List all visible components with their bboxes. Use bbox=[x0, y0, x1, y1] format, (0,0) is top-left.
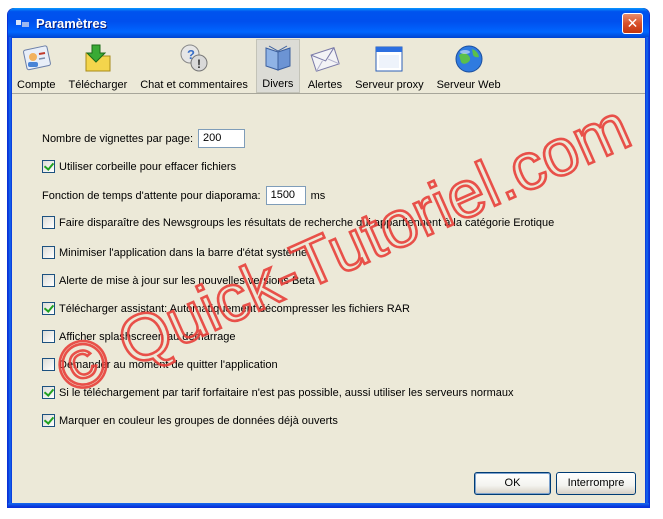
window-frame-right bbox=[645, 37, 649, 507]
tab-label: Alertes bbox=[307, 79, 343, 91]
tab-compte[interactable]: Compte bbox=[12, 39, 61, 93]
svg-text:!: ! bbox=[197, 57, 201, 71]
ask-quit-row[interactable]: Demander au moment de quitter l'applicat… bbox=[42, 358, 278, 371]
ok-button[interactable]: OK bbox=[474, 472, 551, 495]
cancel-button[interactable]: Interrompre bbox=[556, 472, 636, 495]
hide-erotic-row[interactable]: Faire disparaître des Newsgroups les rés… bbox=[42, 216, 554, 229]
splashscreen-label: Afficher splashscreen au démarrage bbox=[59, 330, 236, 343]
ask-quit-checkbox[interactable] bbox=[42, 358, 55, 371]
tab-label: Chat et commentaires bbox=[140, 79, 248, 91]
hide-erotic-label: Faire disparaître des Newsgroups les rés… bbox=[59, 216, 555, 229]
close-button[interactable]: ✕ bbox=[622, 13, 643, 34]
window-title: Paramètres bbox=[36, 15, 107, 31]
tab-webserver[interactable]: Serveur Web bbox=[432, 39, 506, 93]
settings-window: Paramètres ✕ Compte Télécharger ? ! Chat… bbox=[7, 8, 650, 508]
slideshow-input[interactable]: 1500 bbox=[265, 186, 306, 205]
download-icon bbox=[85, 44, 111, 72]
proxy-icon bbox=[375, 46, 403, 72]
rar-assistant-checkbox[interactable] bbox=[42, 302, 55, 315]
app-icon bbox=[16, 16, 30, 30]
color-groups-label: Marquer en couleur les groupes de donnée… bbox=[59, 414, 338, 427]
rar-assistant-row[interactable]: Télécharger assistant: Automatiquement d… bbox=[42, 302, 410, 315]
flat-rate-row[interactable]: Si le téléchargement par tarif forfaitai… bbox=[42, 386, 514, 399]
minimize-tray-row[interactable]: Minimiser l'application dans la barre d'… bbox=[42, 246, 307, 259]
splashscreen-row[interactable]: Afficher splashscreen au démarrage bbox=[42, 330, 236, 343]
ask-quit-label: Demander au moment de quitter l'applicat… bbox=[59, 358, 278, 371]
flat-rate-checkbox[interactable] bbox=[42, 386, 55, 399]
color-groups-row[interactable]: Marquer en couleur les groupes de donnée… bbox=[42, 414, 338, 427]
flat-rate-label: Si le téléchargement par tarif forfaitai… bbox=[59, 386, 514, 399]
slideshow-unit: ms bbox=[310, 189, 326, 202]
account-icon bbox=[23, 45, 52, 71]
beta-alert-label: Alerte de mise à jour sur les nouvelles … bbox=[59, 274, 315, 287]
hide-erotic-checkbox[interactable] bbox=[42, 216, 55, 229]
tab-divers[interactable]: Divers bbox=[255, 39, 300, 93]
window-frame-bottom bbox=[8, 503, 649, 507]
thumbnails-row: Nombre de vignettes par page: 200 bbox=[42, 129, 246, 148]
recycle-bin-checkbox[interactable] bbox=[42, 160, 55, 173]
tab-label: Divers bbox=[262, 78, 294, 90]
recycle-bin-row[interactable]: Utiliser corbeille pour effacer fichiers bbox=[42, 160, 236, 173]
chat-icon: ? ! bbox=[180, 44, 208, 72]
beta-alert-checkbox[interactable] bbox=[42, 274, 55, 287]
title-bar[interactable]: Paramètres ✕ bbox=[8, 8, 649, 38]
tab-telecharger[interactable]: Télécharger bbox=[64, 39, 133, 93]
category-toolbar: Compte Télécharger ? ! Chat et commentai… bbox=[12, 38, 645, 94]
color-groups-checkbox[interactable] bbox=[42, 414, 55, 427]
splashscreen-checkbox[interactable] bbox=[42, 330, 55, 343]
tab-alertes[interactable]: Alertes bbox=[303, 39, 347, 93]
web-server-icon bbox=[455, 45, 483, 73]
thumbnails-input[interactable]: 200 bbox=[198, 129, 246, 148]
tab-label: Serveur proxy bbox=[355, 79, 424, 91]
settings-panel: Nombre de vignettes par page: 200 Utilis… bbox=[12, 95, 645, 503]
window-frame-left bbox=[8, 37, 12, 507]
slideshow-row: Fonction de temps d'attente pour diapora… bbox=[42, 186, 325, 205]
tab-proxy[interactable]: Serveur proxy bbox=[350, 39, 428, 93]
beta-alert-row[interactable]: Alerte de mise à jour sur les nouvelles … bbox=[42, 274, 315, 287]
tab-chat[interactable]: ? ! Chat et commentaires bbox=[135, 39, 253, 93]
rar-assistant-label: Télécharger assistant: Automatiquement d… bbox=[59, 302, 410, 315]
thumbnails-label: Nombre de vignettes par page: bbox=[42, 132, 194, 145]
misc-icon bbox=[265, 45, 291, 71]
minimize-tray-label: Minimiser l'application dans la barre d'… bbox=[59, 246, 308, 259]
tab-label: Compte bbox=[17, 79, 56, 91]
minimize-tray-checkbox[interactable] bbox=[42, 246, 55, 259]
tab-label: Serveur Web bbox=[436, 79, 501, 91]
alerts-icon bbox=[310, 47, 340, 72]
tab-label: Télécharger bbox=[68, 79, 128, 91]
slideshow-label: Fonction de temps d'attente pour diapora… bbox=[42, 189, 261, 202]
recycle-bin-label: Utiliser corbeille pour effacer fichiers bbox=[59, 160, 237, 173]
